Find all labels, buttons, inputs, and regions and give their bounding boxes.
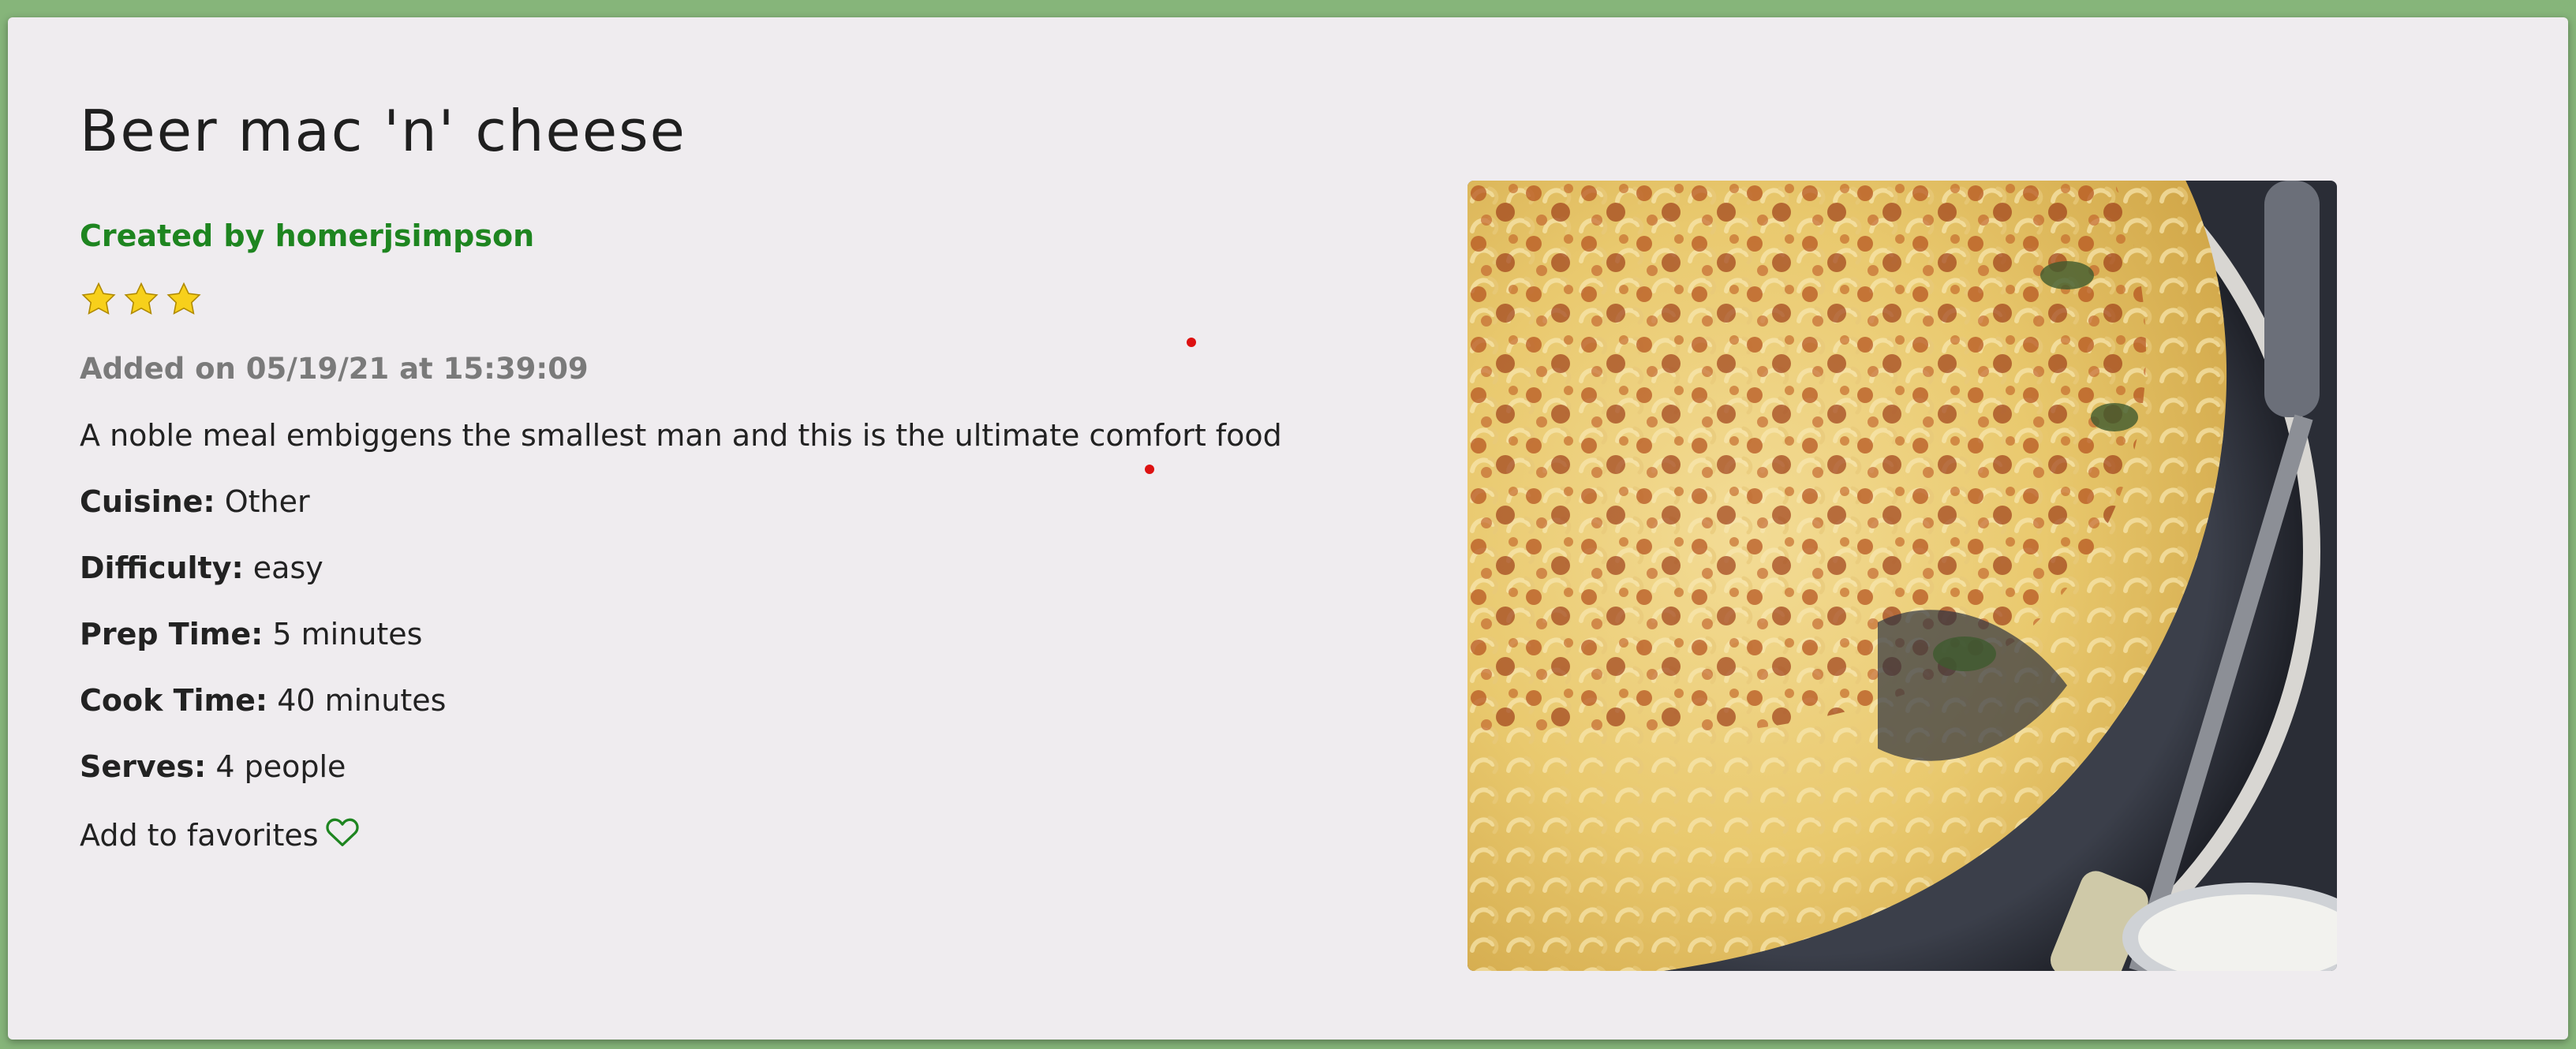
star-icon [122,281,160,319]
favorites-label: Add to favorites [80,817,319,853]
difficulty-label: Difficulty: [80,551,244,585]
prep-time-label: Prep Time: [80,617,264,651]
cuisine-row: Cuisine: Other [80,484,310,519]
recipe-title: Beer mac 'n' cheese [80,98,686,164]
serves-label: Serves: [80,749,207,784]
rating-stars [80,281,203,319]
serves-value: 4 people [215,749,346,784]
cook-time-row: Cook Time: 40 minutes [80,683,446,718]
recipe-photo [1467,181,2337,971]
add-to-favorites-button[interactable]: Add to favorites [80,816,360,854]
recipe-description: A noble meal embiggens the smallest man … [80,418,1282,453]
cook-time-label: Cook Time: [80,683,268,718]
prep-time-row: Prep Time: 5 minutes [80,617,422,651]
cuisine-label: Cuisine: [80,484,215,519]
author-link[interactable]: Created by homerjsimpson [80,218,534,253]
added-timestamp: Added on 05/19/21 at 15:39:09 [80,352,589,386]
red-marker-dot [1187,338,1196,347]
star-icon [80,281,118,319]
prep-time-value: 5 minutes [272,617,423,651]
star-icon [165,281,203,319]
serves-row: Serves: 4 people [80,749,346,784]
red-marker-dot [1145,465,1154,474]
recipe-card: Beer mac 'n' cheese Created by homerjsim… [8,17,2568,1040]
cook-time-value: 40 minutes [277,683,447,718]
difficulty-row: Difficulty: easy [80,551,323,585]
difficulty-value: easy [252,551,323,585]
cuisine-value: Other [224,484,310,519]
heart-outline-icon[interactable] [325,816,360,854]
